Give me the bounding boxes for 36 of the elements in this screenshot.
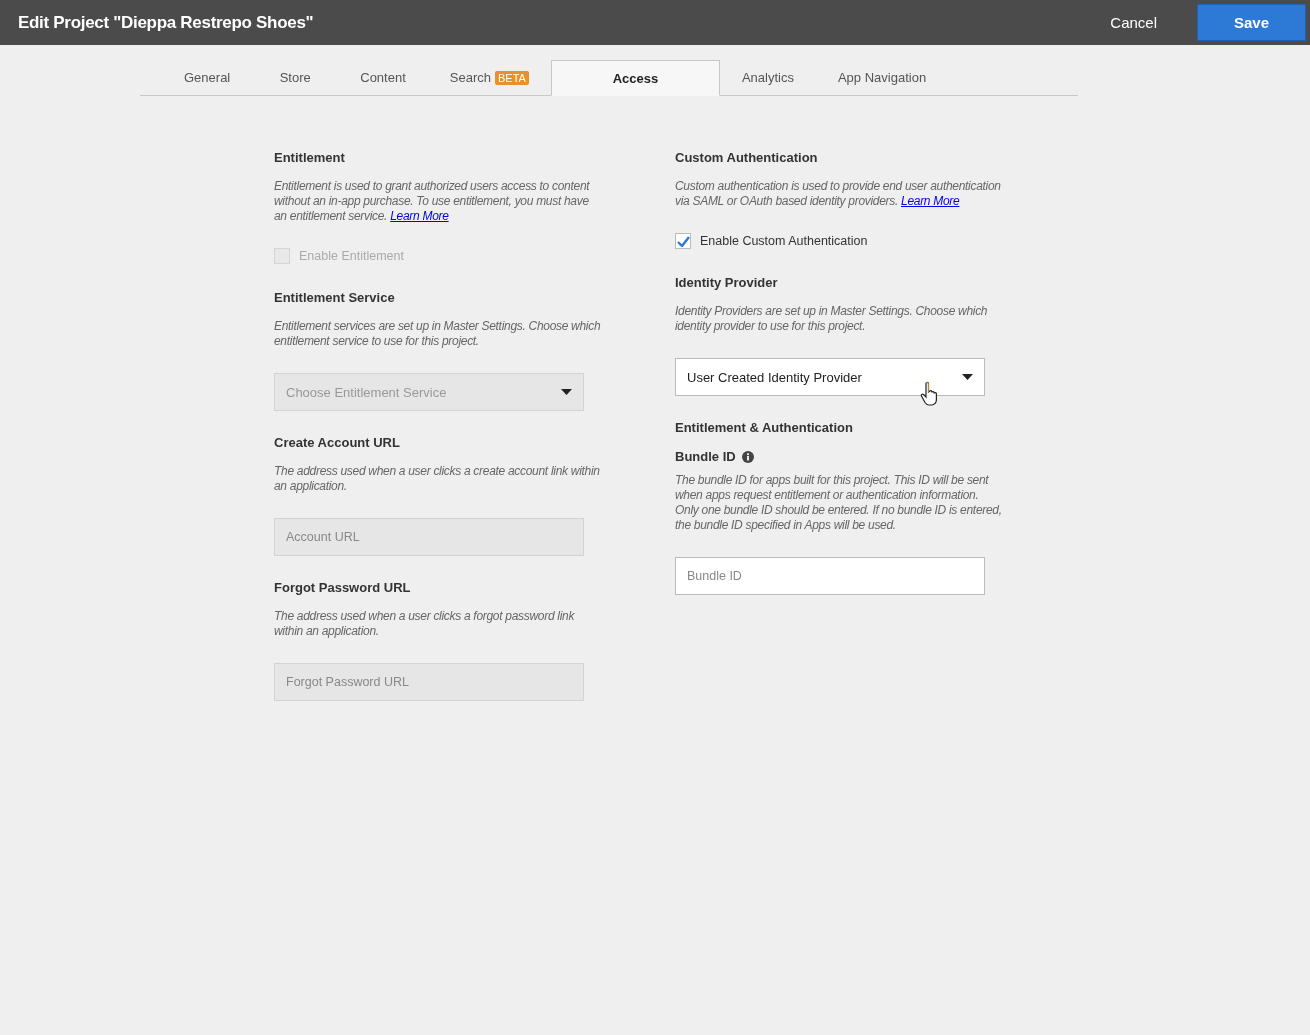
section-heading: Entitlement: [274, 150, 345, 165]
description-text: The address used when a user clicks a forgot password link within an application.: [274, 609, 576, 639]
tab[interactable]: Search BETA: [427, 60, 551, 95]
tab[interactable]: Access: [550, 60, 720, 96]
description-text: The address used when a user clicks a create account link within an application.: [274, 464, 601, 494]
tab[interactable]: App Navigation: [815, 60, 949, 95]
section-heading: Entitlement & Authentication: [675, 420, 853, 435]
window-title: Edit Project "Dieppa Restrepo Shoes": [18, 12, 315, 33]
description-text: Custom authentication is used to provide end user authentication via SAML or OAuth based identity providers. Learn More: [675, 179, 1002, 209]
cancel-button[interactable]: Cancel: [1106, 10, 1161, 35]
info-icon[interactable]: [741, 450, 754, 463]
checkbox-label: Enable Custom Authentication: [700, 234, 868, 248]
tab[interactable]: Analytics: [719, 60, 816, 95]
checkbox-label: Enable Entitlement: [299, 249, 404, 263]
section-heading: Custom Authentication: [675, 150, 818, 165]
learn-more-link[interactable]: Learn More: [390, 209, 449, 223]
hand-cursor-icon: [920, 381, 939, 407]
learn-more-link[interactable]: Learn More: [901, 194, 960, 208]
tab[interactable]: General: [162, 60, 253, 95]
description-text: Entitlement services are set up in Master Settings. Choose which entitlement service to use for this project.: [274, 319, 602, 349]
beta-badge: BETA: [495, 70, 529, 85]
section-heading: Entitlement Service: [274, 290, 395, 305]
tab[interactable]: Content: [338, 60, 428, 95]
section-heading: Forgot Password URL: [274, 580, 411, 595]
section-heading: Create Account URL: [274, 435, 400, 450]
save-button[interactable]: Save: [1197, 4, 1306, 41]
tab[interactable]: Store: [252, 60, 339, 95]
caret-icon: [962, 374, 973, 380]
description-text: Entitlement is used to grant authorized users access to content without an in-app purchase. To use entitlement, you must have an entitlement service. Learn More: [274, 179, 591, 224]
section-heading: Identity Provider: [675, 275, 778, 290]
text-field[interactable]: Bundle ID: [675, 557, 985, 595]
description-text: Identity Providers are set up in Master Settings. Choose which identity provider to use for this project.: [675, 304, 989, 334]
description-text: The bundle ID for apps built for this project. This ID will be sent when apps request entitlement or authentication information. Only one bundle ID should be entered. If no bundle ID is entered, the bundle ID specified in Apps will be used.: [675, 473, 1003, 533]
checkbox[interactable]: [675, 233, 691, 249]
field-label: Bundle ID: [675, 449, 736, 464]
caret-icon: [561, 389, 572, 395]
